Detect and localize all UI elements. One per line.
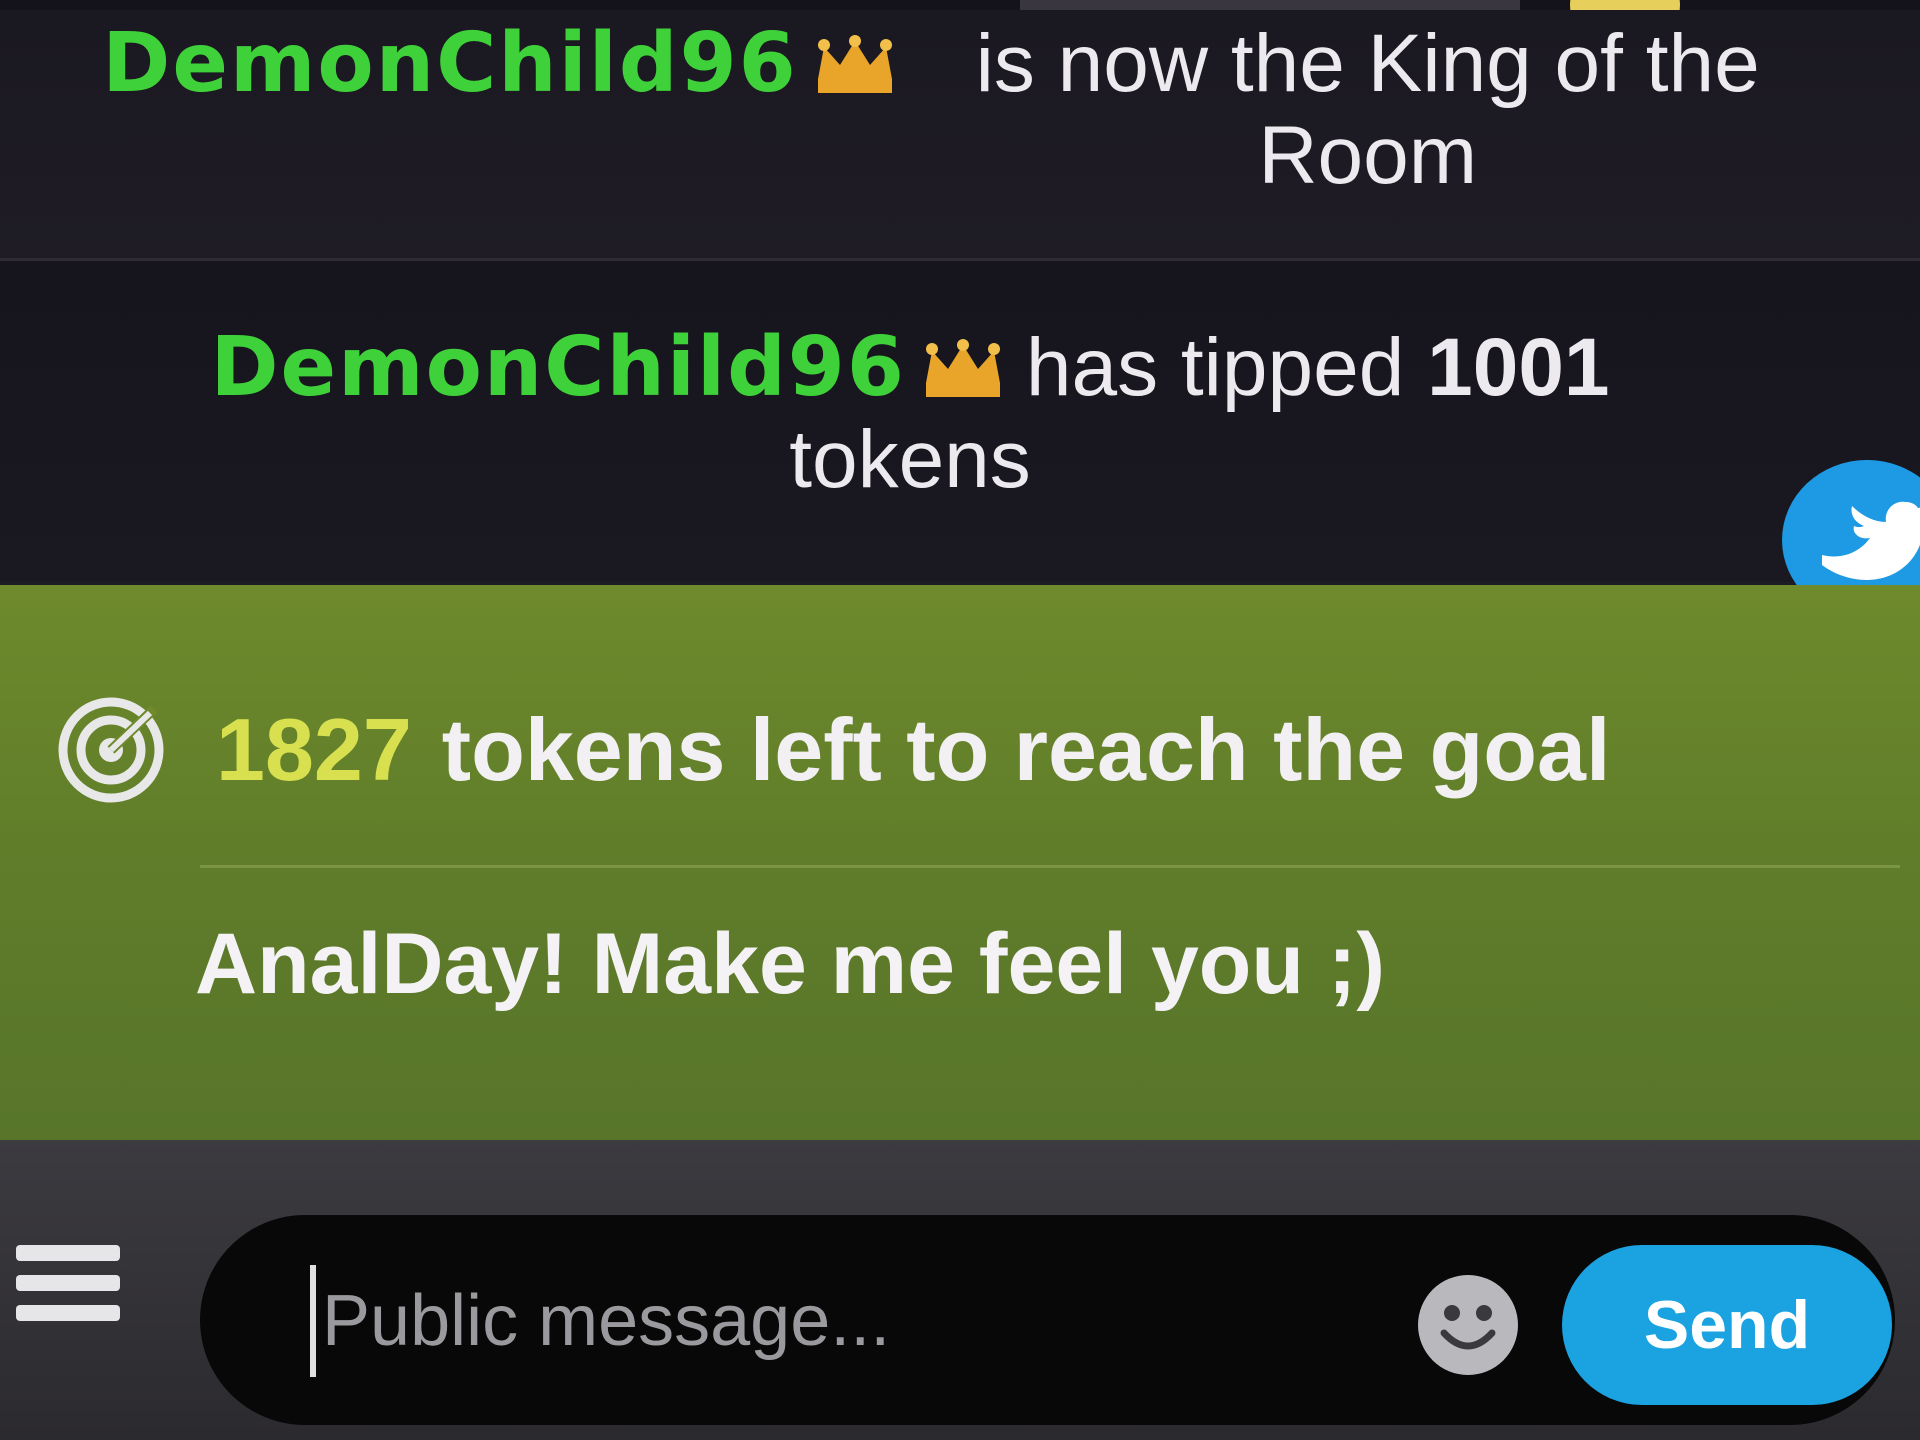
goal-row: 1827 tokens left to reach the goal [56,695,1610,805]
crown-icon [817,35,892,93]
menu-line [16,1305,120,1321]
tokens-left-count: 1827 [216,700,412,799]
crown-icon [925,339,1000,397]
send-button[interactable]: Send [1562,1245,1892,1405]
king-notice: DemonChild96 is now the King of the Room [0,10,1920,260]
menu-line [16,1245,120,1261]
tip-text: has tipped [1025,322,1405,413]
goal-divider [200,865,1900,868]
hamburger-menu-icon[interactable] [16,1245,120,1355]
chat-screen: DemonChild96 is now the King of the Room… [0,0,1920,1440]
smiley-icon[interactable] [1418,1275,1518,1375]
username[interactable]: DemonChild96 [210,320,905,415]
tip-unit: tokens [789,414,1031,505]
goal-text: tokens left to reach the goal [441,700,1611,799]
username[interactable]: DemonChild96 [102,16,797,111]
room-subject: AnalDay! Make me feel you ;) [195,916,1386,1012]
message-input[interactable] [310,1265,1324,1377]
goal-panel: 1827 tokens left to reach the goal AnalD… [0,585,1920,1140]
divider [0,258,1920,261]
tip-notice: DemonChild96 has tipped 1001 tokens [0,262,1920,582]
target-icon [58,697,164,803]
message-text: is now the King of the Room [975,18,1760,201]
menu-line [16,1275,120,1291]
tip-amount: 1001 [1427,322,1610,413]
message-box: Send [200,1215,1895,1425]
